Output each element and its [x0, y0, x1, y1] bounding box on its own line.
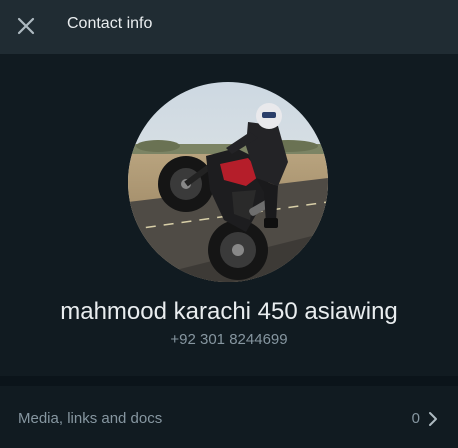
page-title: Contact info	[67, 15, 153, 32]
panel-header: Contact info	[0, 0, 458, 54]
profile-photo	[128, 82, 328, 282]
media-links-docs-row[interactable]: Media, links and docs 0	[0, 386, 458, 448]
section-divider	[0, 376, 458, 386]
close-button[interactable]	[13, 13, 39, 39]
contact-name: mahmood karachi 450 asiawing	[60, 298, 398, 325]
contact-info-panel: Contact info mahmood karachi 450 asiawin…	[0, 0, 458, 448]
contact-phone: +92 301 8244699	[170, 331, 288, 348]
profile-section: mahmood karachi 450 asiawing +92 301 824…	[0, 54, 458, 376]
avatar[interactable]	[128, 82, 328, 282]
media-count: 0	[411, 410, 420, 427]
chevron-right-icon	[429, 412, 437, 426]
media-links-docs-label: Media, links and docs	[18, 410, 163, 427]
close-icon	[17, 17, 35, 35]
